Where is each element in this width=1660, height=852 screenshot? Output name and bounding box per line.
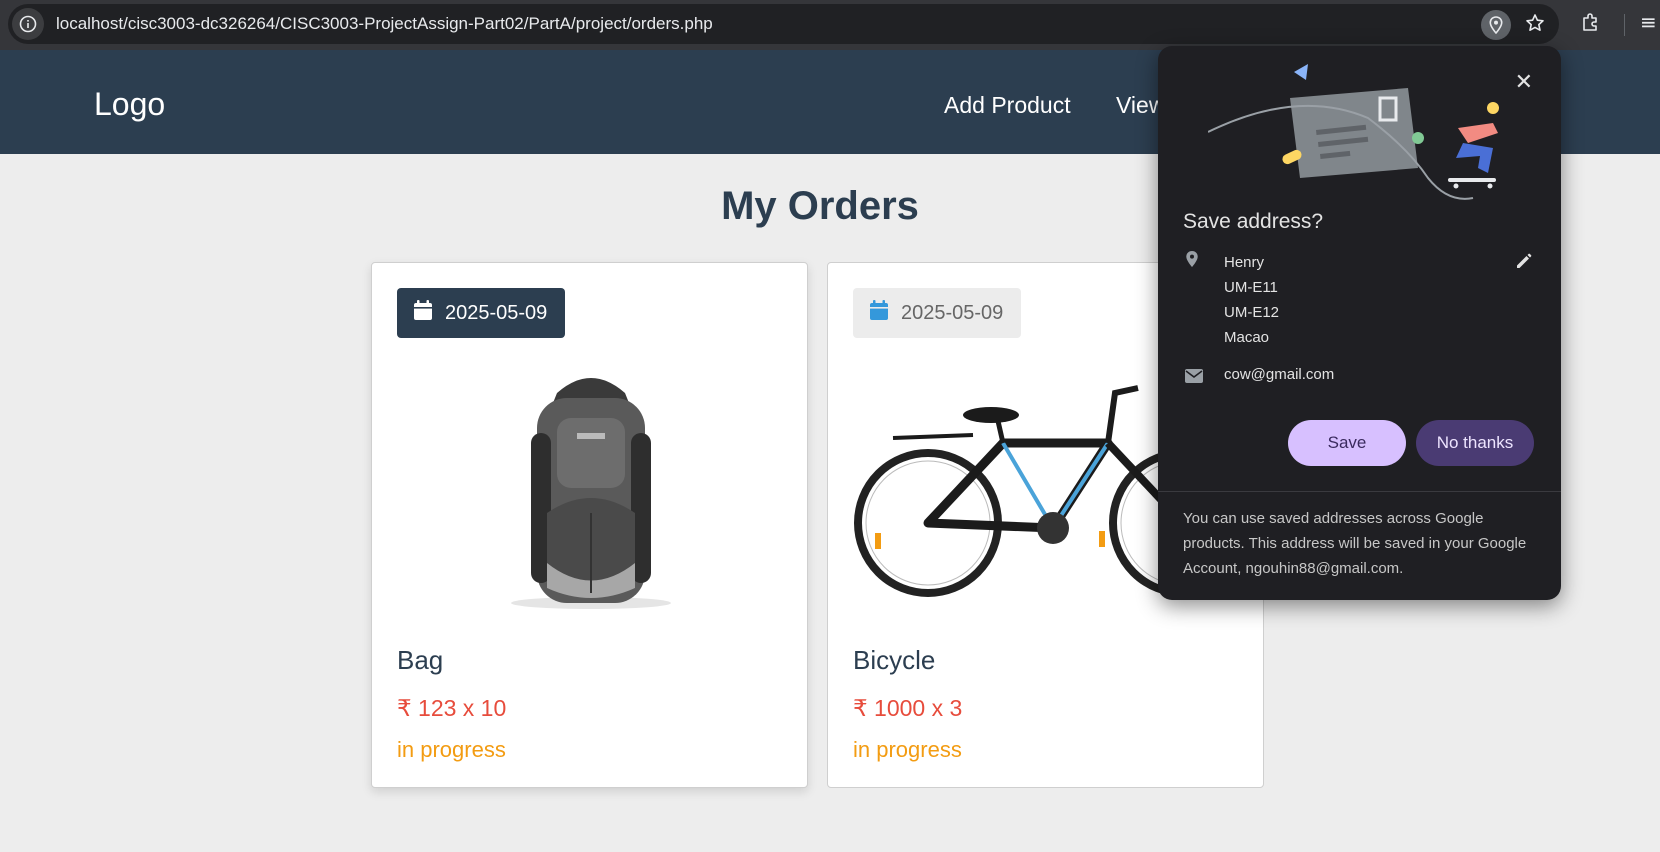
address-illustration [1208, 64, 1499, 200]
menu-icon[interactable]: ≡ [1640, 10, 1657, 34]
address-name: Henry [1224, 254, 1265, 271]
dialog-divider [1158, 491, 1561, 492]
order-price: ₹ 1000 x 3 [853, 695, 963, 721]
no-thanks-button[interactable]: No thanks [1416, 420, 1534, 466]
address-line: UM-E11 [1224, 279, 1278, 296]
order-status: in progress [853, 737, 962, 762]
mail-icon [1185, 368, 1203, 387]
address-bar[interactable]: localhost/cisc3003-dc326264/CISC3003-Pro… [8, 4, 1559, 44]
order-date-badge: 2025-05-09 [853, 288, 1022, 338]
product-name: Bicycle [853, 645, 936, 675]
rupee-icon: ₹ [853, 695, 868, 721]
site-info-icon[interactable] [12, 8, 44, 40]
dialog-title: Save address? [1183, 210, 1324, 233]
order-date: 2025-05-09 [901, 301, 1004, 324]
calendar-icon [869, 299, 889, 327]
save-address-dialog: ✕ Save address? Henry UM-E11 UM-E12 Maca… [1158, 46, 1561, 600]
calendar-icon [413, 299, 433, 327]
product-name: Bag [397, 645, 444, 675]
close-icon[interactable]: ✕ [1515, 70, 1533, 95]
nav-add-product[interactable]: Add Product [944, 92, 1071, 119]
save-button[interactable]: Save [1288, 420, 1406, 466]
email-text: cow@gmail.com [1224, 366, 1335, 383]
backpack-image [511, 378, 671, 609]
site-logo[interactable]: Logo [94, 86, 165, 123]
url-text[interactable]: localhost/cisc3003-dc326264/CISC3003-Pro… [56, 14, 713, 34]
edit-pencil-icon[interactable] [1515, 252, 1533, 274]
order-status: in progress [397, 737, 506, 762]
bookmark-star-icon[interactable] [1525, 13, 1545, 37]
order-date: 2025-05-09 [445, 301, 548, 324]
order-price: ₹ 123 x 10 [397, 695, 507, 721]
location-pin-icon [1185, 250, 1199, 272]
address-country: Macao [1224, 329, 1270, 346]
rupee-icon: ₹ [397, 695, 412, 721]
address-lines: Henry UM-E11 UM-E12 Macao [1224, 250, 1279, 350]
dialog-footer-text: You can use saved addresses across Googl… [1183, 510, 1527, 577]
extensions-icon[interactable] [1580, 12, 1602, 38]
order-date-badge: 2025-05-09 [397, 288, 566, 338]
order-card: 2025-05-09 Bag ₹ 123 x 10 in progress [371, 262, 808, 788]
location-pin-icon[interactable] [1481, 10, 1511, 40]
toolbar-separator [1624, 14, 1625, 36]
browser-toolbar: localhost/cisc3003-dc326264/CISC3003-Pro… [0, 0, 1660, 50]
address-line: UM-E12 [1224, 304, 1280, 321]
